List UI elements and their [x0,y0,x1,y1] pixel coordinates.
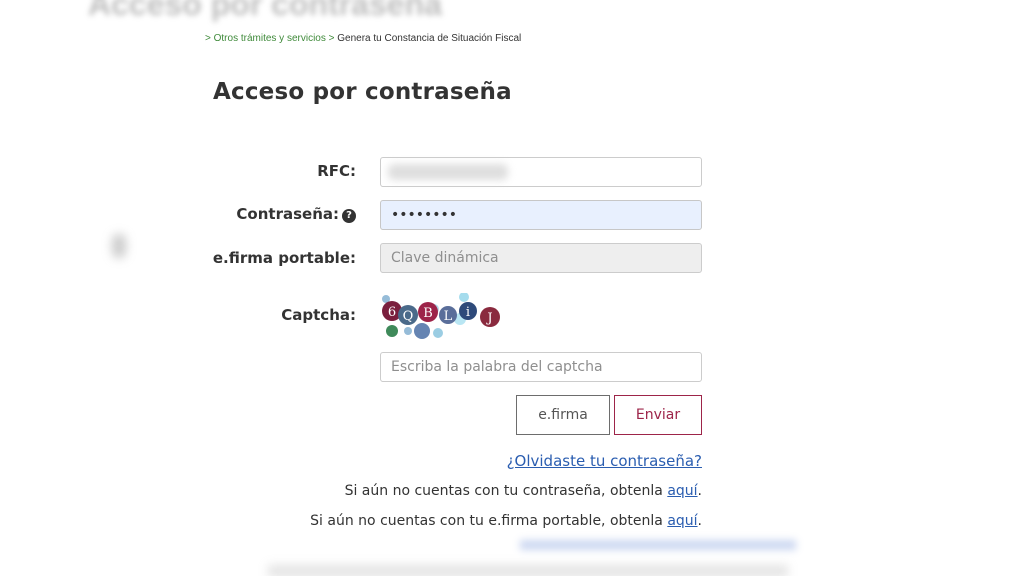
breadcrumb-link-otros-tramites[interactable]: > Otros trámites y servicios [205,33,326,44]
dynamic-key-input[interactable] [380,243,702,273]
rfc-value-redacted [388,164,508,180]
get-efirma-info: Si aún no cuentas con tu e.firma portabl… [310,513,702,529]
get-password-text: Si aún no cuentas con tu contraseña, obt… [344,483,668,499]
breadcrumb: > Otros trámites y servicios > Genera tu… [205,33,521,44]
blurred-header-title: Acceso por contraseña [88,0,442,22]
get-efirma-text: Si aún no cuentas con tu e.firma portabl… [310,513,668,529]
breadcrumb-current: Genera tu Constancia de Situación Fiscal [337,33,522,44]
get-password-link[interactable]: aquí [667,483,697,499]
password-label: Contraseña: [236,205,339,223]
efirma-button[interactable]: e.firma [516,395,610,435]
captcha-label: Captcha: [281,306,356,324]
period: . [697,513,702,529]
password-input[interactable] [380,200,702,230]
period: . [697,483,702,499]
submit-button[interactable]: Enviar [614,395,702,435]
page-title: Acceso por contraseña [213,79,512,105]
blurred-text-line [268,565,788,576]
efirma-portable-label: e.firma portable: [212,249,356,267]
captcha-image: 6 Q B L i J [380,292,506,341]
svg-text:J: J [485,311,492,326]
blurred-link-line [520,540,796,550]
forgot-password-link[interactable]: ¿Olvidaste tu contraseña? [507,452,702,470]
get-password-info: Si aún no cuentas con tu contraseña, obt… [345,483,702,499]
svg-text:L: L [444,309,453,324]
svg-text:6: 6 [388,305,396,320]
password-label-group: Contraseña:? [236,205,356,223]
svg-text:B: B [423,306,433,321]
captcha-graphic: 6 Q B L i J [382,292,500,339]
captcha-input[interactable] [380,352,702,382]
rfc-label: RFC: [317,162,356,180]
question-circle-icon[interactable]: ? [342,209,356,223]
blurred-side-element [112,234,126,258]
breadcrumb-separator: > [325,33,338,44]
svg-text:i: i [466,305,470,320]
svg-text:Q: Q [403,309,414,324]
get-efirma-link[interactable]: aquí [667,513,697,529]
